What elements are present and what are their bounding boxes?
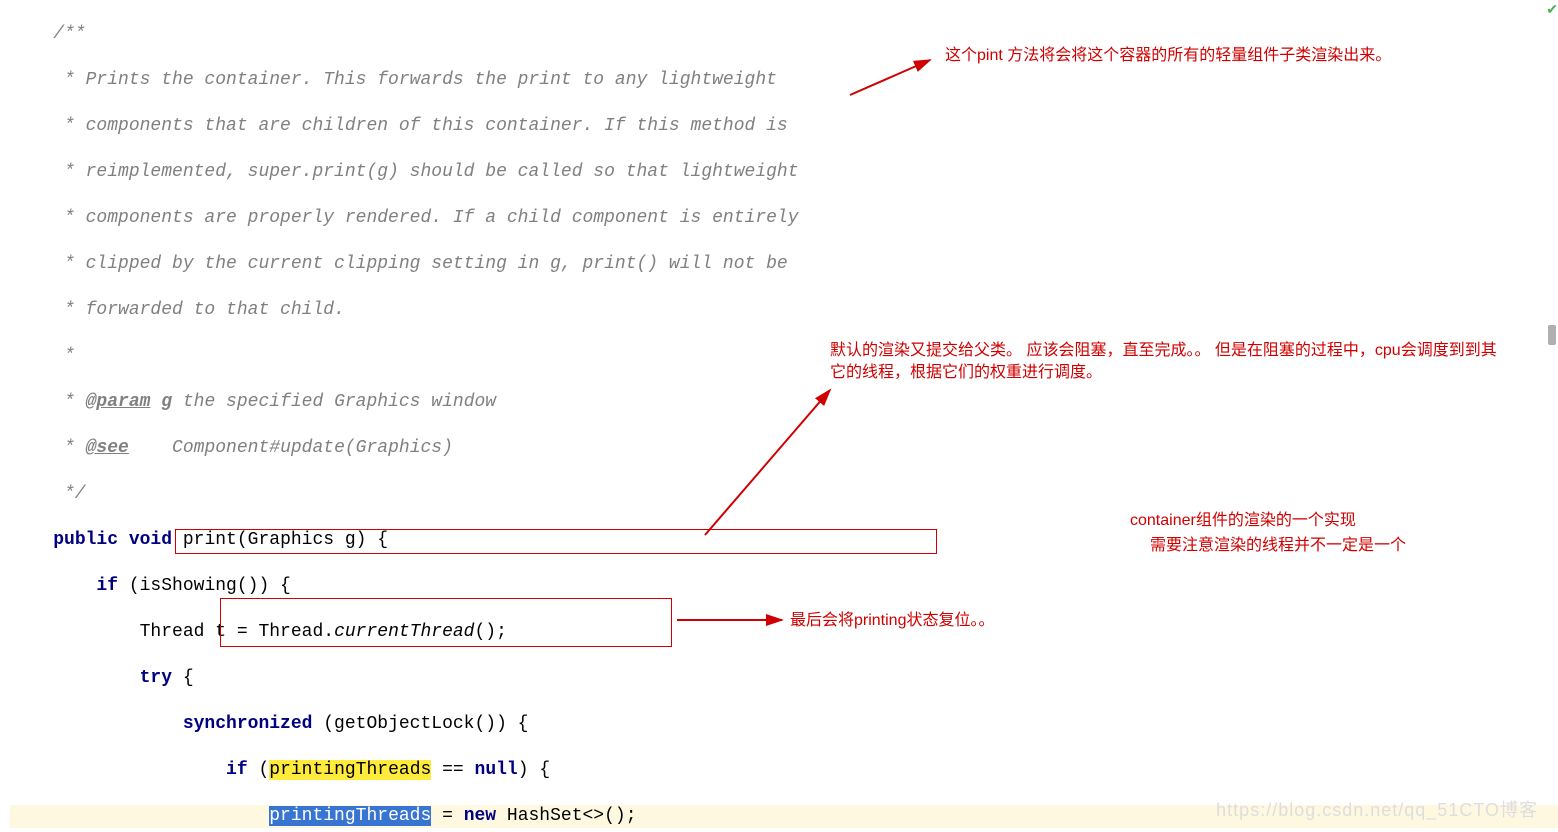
comment: * @see Component#update(Graphics)	[10, 438, 453, 458]
arrow-icon	[672, 610, 792, 630]
javadoc-see: @see	[86, 438, 129, 458]
arrow-icon	[845, 55, 945, 115]
annotation-text-4: 最后会将printing状态复位。。	[790, 610, 1140, 632]
code-line: try {	[10, 667, 1558, 690]
annotation-text-2: 默认的渲染又提交给父类。 应该会阻塞，直至完成。。 但是在阻塞的过程中，cpu会…	[830, 340, 1510, 384]
annotation-box-2	[220, 598, 672, 647]
comment: * components that are children of this c…	[10, 116, 788, 136]
code-editor[interactable]: ✔ /** * Prints the container. This forwa…	[0, 0, 1558, 832]
comment: * clipped by the current clipping settin…	[10, 254, 788, 274]
comment: * @param g the specified Graphics window	[10, 392, 496, 412]
code-line: synchronized (getObjectLock()) {	[10, 713, 1558, 736]
comment: * Prints the container. This forwards th…	[10, 70, 777, 90]
comment: * components are properly rendered. If a…	[10, 208, 799, 228]
highlight-printingThreads: printingThreads	[269, 760, 431, 780]
javadoc-param: @param	[86, 392, 151, 412]
annotation-text-3b: 需要注意渲染的线程并不一定是一个	[1150, 535, 1550, 557]
code-line: if (isShowing()) {	[10, 575, 1558, 598]
comment: */	[10, 484, 86, 504]
comment: * reimplemented, super.print(g) should b…	[10, 162, 799, 182]
watermark: https://blog.csdn.net/qq_51CTO博客	[1216, 799, 1538, 822]
comment: * forwarded to that child.	[10, 300, 345, 320]
selection-printingThreads: printingThreads	[269, 806, 431, 826]
arrow-icon	[700, 385, 850, 545]
annotation-text-3: container组件的渲染的一个实现	[1130, 510, 1530, 532]
annotation-text-1: 这个pint 方法将会将这个容器的所有的轻量组件子类渲染出来。	[945, 45, 1505, 67]
code-line: if (printingThreads == null) {	[10, 759, 1558, 782]
comment: *	[10, 346, 75, 366]
comment: /**	[10, 24, 86, 44]
